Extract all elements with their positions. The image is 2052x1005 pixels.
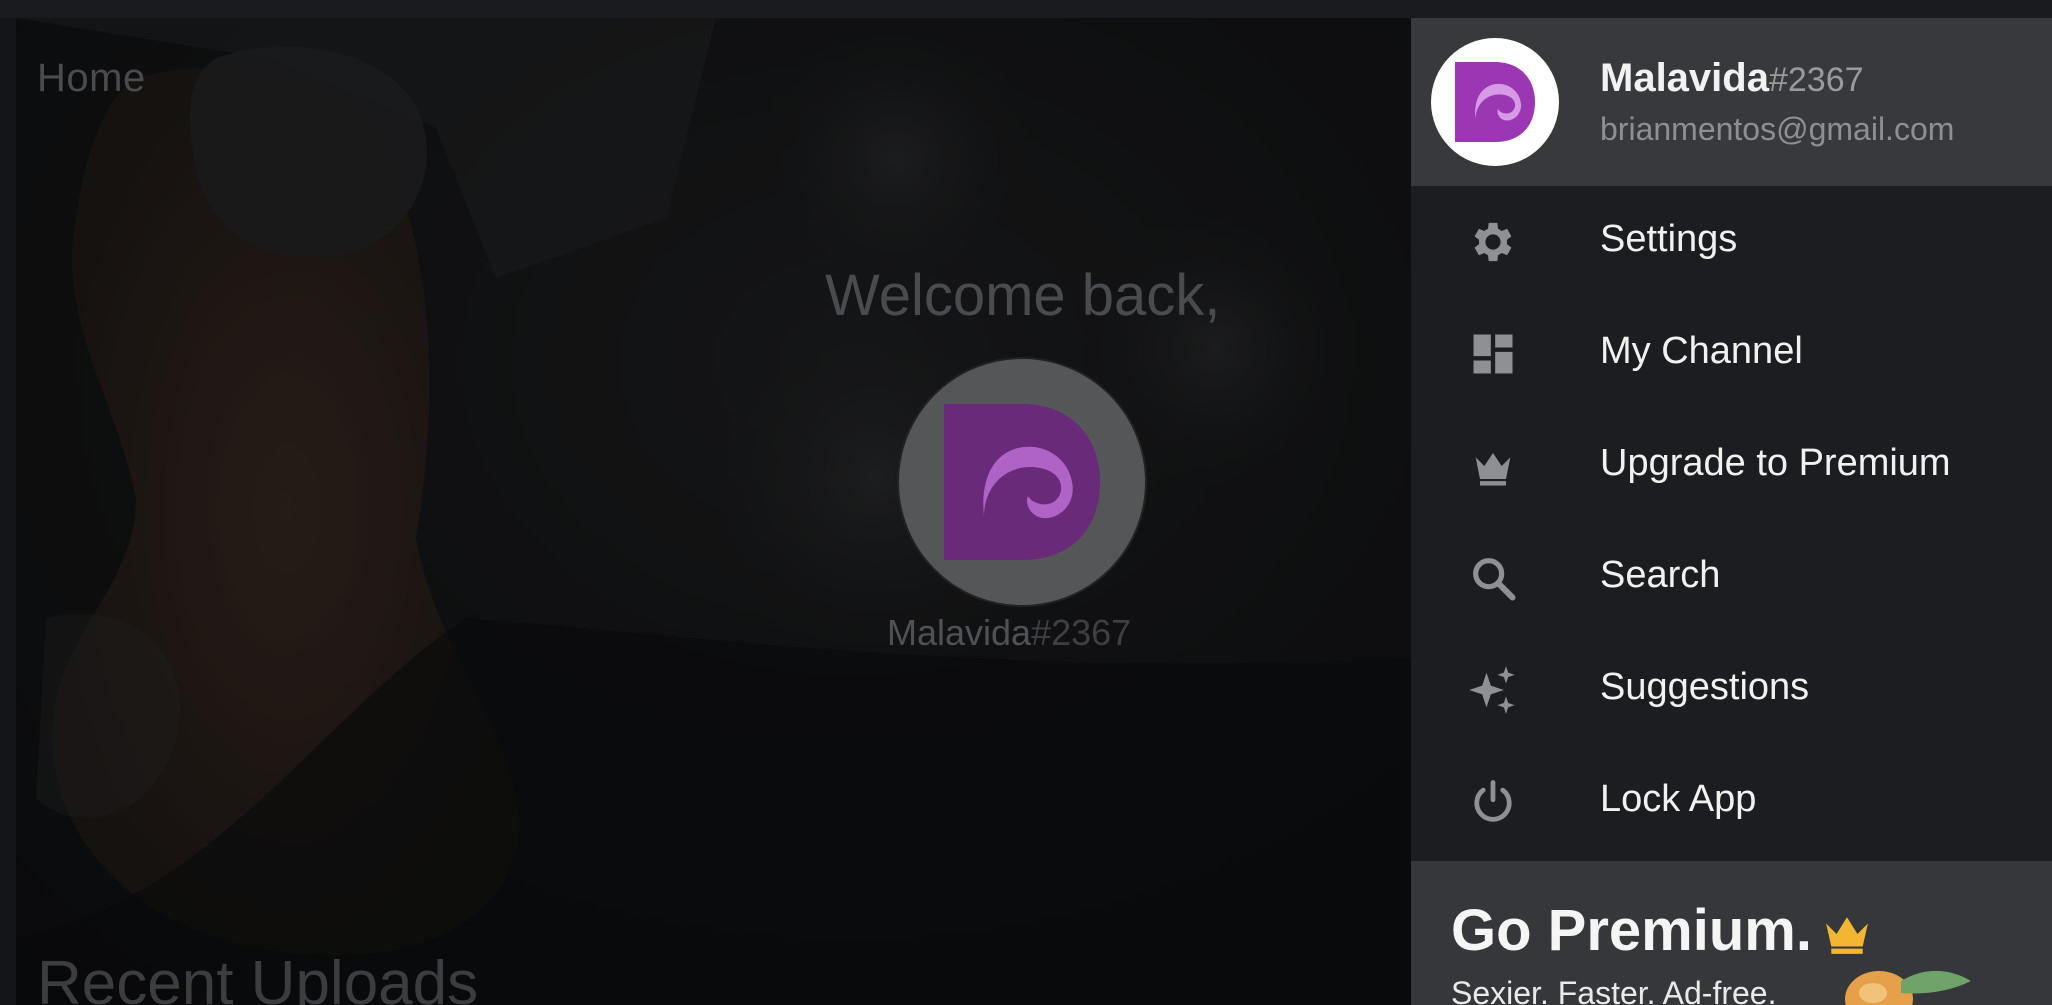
sparkle-icon [1469,666,1515,714]
premium-banner[interactable]: Go Premium. Sexier. Faster. Ad-free. [1411,861,2052,1005]
premium-mascot-image [1845,970,1971,1005]
home-screen[interactable]: Home Recent Uploads [16,18,1411,1005]
menu-item-label: Search [1600,554,1721,596]
menu-item-label: Settings [1600,218,1738,260]
menu-item-lock-app[interactable]: Lock App [1411,746,2052,858]
user-tag-text: #2367 [1031,612,1132,653]
left-edge [0,18,16,1005]
drawer-scrim[interactable] [16,18,1411,1005]
recent-uploads-heading: Recent Uploads [37,949,479,1005]
power-icon [1474,780,1512,822]
page-title: Home [37,56,146,100]
profile-tag-text: #2367 [1768,61,1864,99]
profile-name-text: Malavida [1600,56,1769,100]
welcome-text: Welcome back, [825,263,1221,328]
menu-item-label: Suggestions [1600,666,1810,708]
dashboard-icon [1473,334,1513,374]
gear-icon [1474,222,1512,262]
menu-item-suggestions[interactable]: Suggestions [1411,634,2052,746]
premium-title: Go Premium. [1451,898,1812,963]
menu-item-label: Upgrade to Premium [1600,442,1951,484]
menu-item-my-channel[interactable]: My Channel [1411,298,2052,410]
app-root: Home Recent Uploads Welcome back, Malavi… [0,0,2052,1005]
crown-icon [1475,453,1511,486]
menu-item-label: Lock App [1600,778,1757,820]
premium-subtitle: Sexier. Faster. Ad-free. [1451,975,1777,1005]
username-text: Malavida [887,612,1032,653]
crown-icon [1826,917,1868,954]
menu-item-settings[interactable]: Settings [1411,186,2052,298]
navigation-drawer: Malavida#2367 brianmentos@gmail.com Sett… [1411,18,2052,1005]
brand-logo-icon [1455,62,1535,142]
user-avatar-large[interactable] [897,357,1147,607]
profile-header[interactable]: Malavida#2367 brianmentos@gmail.com [1411,18,2052,186]
profile-name: Malavida#2367 [1600,56,1864,101]
menu-item-label: My Channel [1600,330,1803,372]
brand-logo-icon [944,404,1100,560]
menu-item-upgrade-premium[interactable]: Upgrade to Premium [1411,410,2052,522]
avatar[interactable] [1431,38,1559,166]
profile-email: brianmentos@gmail.com [1600,111,1955,147]
status-bar [0,0,2052,18]
welcome-username: Malavida#2367 [887,612,1131,654]
search-icon [1473,558,1516,601]
menu-item-search[interactable]: Search [1411,522,2052,634]
